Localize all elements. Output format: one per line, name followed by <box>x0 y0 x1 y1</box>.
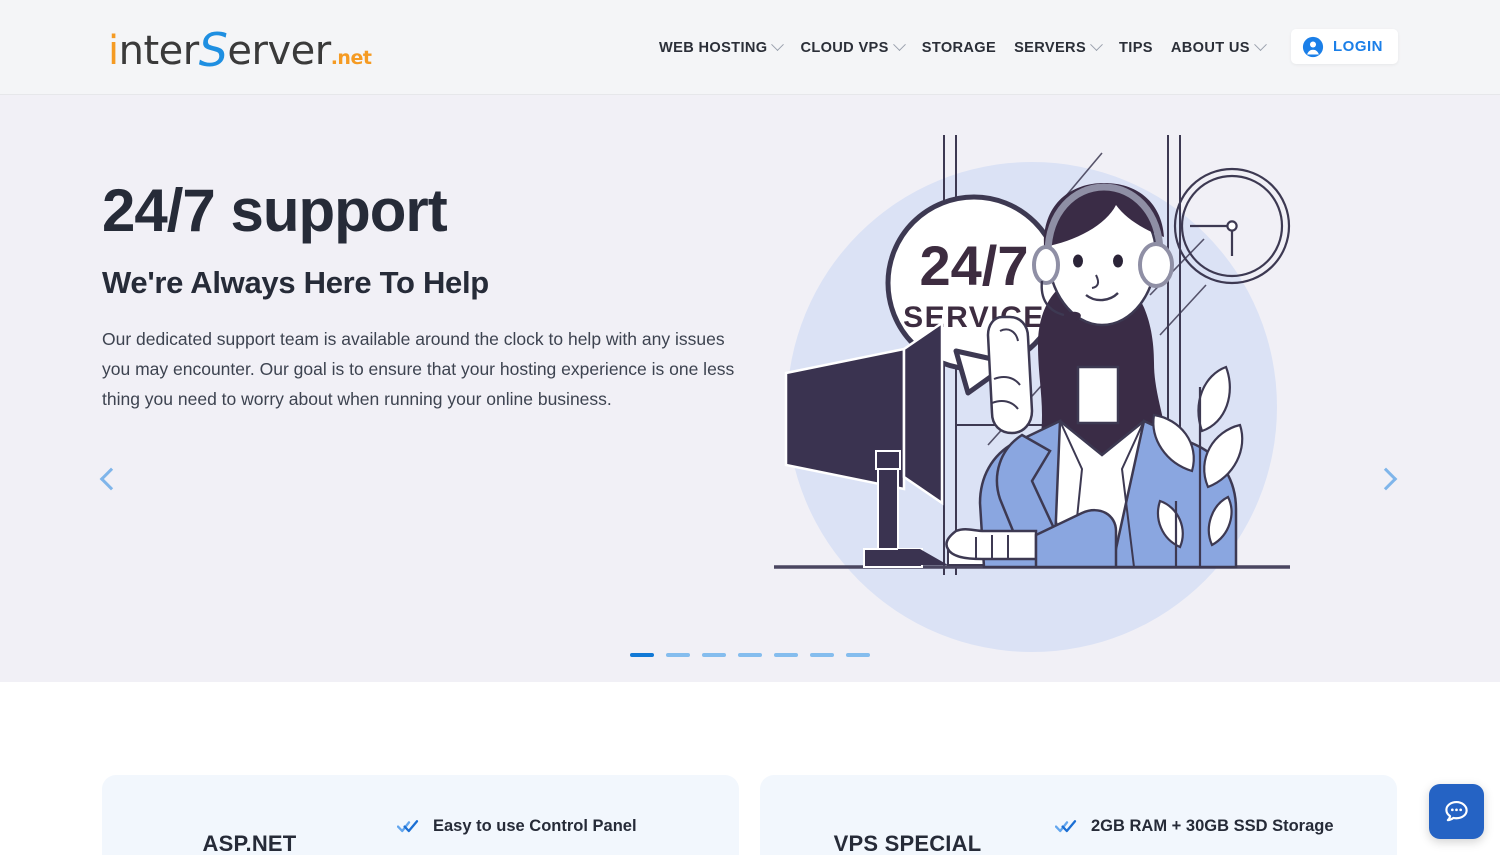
plan-feature-label: 2GB RAM + 30GB SSD Storage <box>1091 816 1334 835</box>
plan-card-vps-special[interactable]: VPS SPECIAL 2GB RAM + 30GB SSD Storage M… <box>760 775 1397 855</box>
carousel-dot-1[interactable] <box>630 653 654 657</box>
hero-carousel: 24/7 support We're Always Here To Help O… <box>0 95 1500 682</box>
carousel-dot-5[interactable] <box>774 653 798 657</box>
logo-part-nter: nter <box>118 28 200 74</box>
carousel-next-button[interactable] <box>1374 467 1408 501</box>
hero-headline: 24/7 support <box>102 177 448 244</box>
chevron-down-icon <box>771 38 785 52</box>
plan-feature-item: Easy to use Control Panel <box>397 805 637 847</box>
nav-label: STORAGE <box>921 39 997 56</box>
hero-illustration: 24/7 SERVICE <box>760 135 1420 675</box>
logo-part-erver: erver <box>227 28 331 74</box>
logo-part-i: i <box>108 28 119 74</box>
site-header: interServer.net WEB HOSTING CLOUD VPS ST… <box>0 0 1500 95</box>
carousel-pagination <box>0 653 1500 657</box>
logo-part-s: S <box>198 23 228 77</box>
plan-feature-item: Speed Optimization <box>397 847 637 855</box>
carousel-dot-3[interactable] <box>702 653 726 657</box>
plan-feature-label: Easy to use Control Panel <box>433 816 637 835</box>
support-agent-illustration: 24/7 SERVICE <box>774 135 1291 652</box>
plan-cards-section: ASP.NET Easy to use Control Panel Speed … <box>0 682 1500 855</box>
nav-item-storage[interactable]: STORAGE <box>913 40 1005 56</box>
login-button-label: LOGIN <box>1333 38 1383 55</box>
logo-part-net: .net <box>330 47 372 69</box>
carousel-dot-2[interactable] <box>666 653 690 657</box>
double-check-icon <box>397 820 419 833</box>
nav-item-tips[interactable]: TIPS <box>1110 40 1162 56</box>
chevron-down-icon <box>1090 38 1103 52</box>
hero-subheadline: We're Always Here To Help <box>102 265 489 300</box>
plan-card-features: 2GB RAM + 30GB SSD Storage Multiple Oper… <box>1055 775 1334 855</box>
carousel-dot-4[interactable] <box>738 653 762 657</box>
plan-card-aspnet[interactable]: ASP.NET Easy to use Control Panel Speed … <box>102 775 739 855</box>
chevron-right-icon <box>1374 467 1398 491</box>
hero-body-text: Our dedicated support team is available … <box>102 329 735 409</box>
nav-label: SERVERS <box>1014 39 1087 56</box>
plan-feature-item: 2GB RAM + 30GB SSD Storage <box>1055 805 1334 847</box>
chevron-left-icon <box>99 467 123 491</box>
nav-label: ABOUT US <box>1170 39 1250 56</box>
site-logo[interactable]: interServer.net <box>108 27 372 78</box>
chat-bubble-icon <box>1445 800 1468 822</box>
plan-card-title: VPS SPECIAL <box>833 831 982 855</box>
nav-label: WEB HOSTING <box>659 39 768 56</box>
main-navigation: WEB HOSTING CLOUD VPS STORAGE SERVERS TI… <box>650 0 1274 95</box>
chevron-down-icon <box>892 38 906 52</box>
plan-feature-item: Multiple Operating Systems <box>1055 847 1334 855</box>
nav-label: TIPS <box>1119 39 1153 56</box>
bubble-text-line1: 24/7 <box>920 234 1029 297</box>
nav-item-web-hosting[interactable]: WEB HOSTING <box>650 38 791 56</box>
hero-text-block: 24/7 support We're Always Here To Help O… <box>102 175 742 414</box>
plan-card-features: Easy to use Control Panel Speed Optimiza… <box>397 775 637 855</box>
chevron-down-icon <box>1254 38 1267 52</box>
nav-item-cloud-vps[interactable]: CLOUD VPS <box>791 38 912 56</box>
chat-widget-button[interactable] <box>1429 784 1484 839</box>
double-check-icon <box>1055 820 1077 833</box>
carousel-dot-6[interactable] <box>810 653 834 657</box>
carousel-prev-button[interactable] <box>99 467 133 501</box>
plan-card-title: ASP.NET <box>202 831 297 855</box>
user-circle-icon <box>1302 36 1324 57</box>
nav-label: CLOUD VPS <box>800 39 889 56</box>
login-button[interactable]: LOGIN <box>1291 29 1398 64</box>
nav-item-servers[interactable]: SERVERS <box>1005 38 1110 56</box>
page-root: interServer.net WEB HOSTING CLOUD VPS ST… <box>0 0 1500 855</box>
carousel-dot-7[interactable] <box>846 653 870 657</box>
nav-item-about-us[interactable]: ABOUT US <box>1162 38 1274 56</box>
